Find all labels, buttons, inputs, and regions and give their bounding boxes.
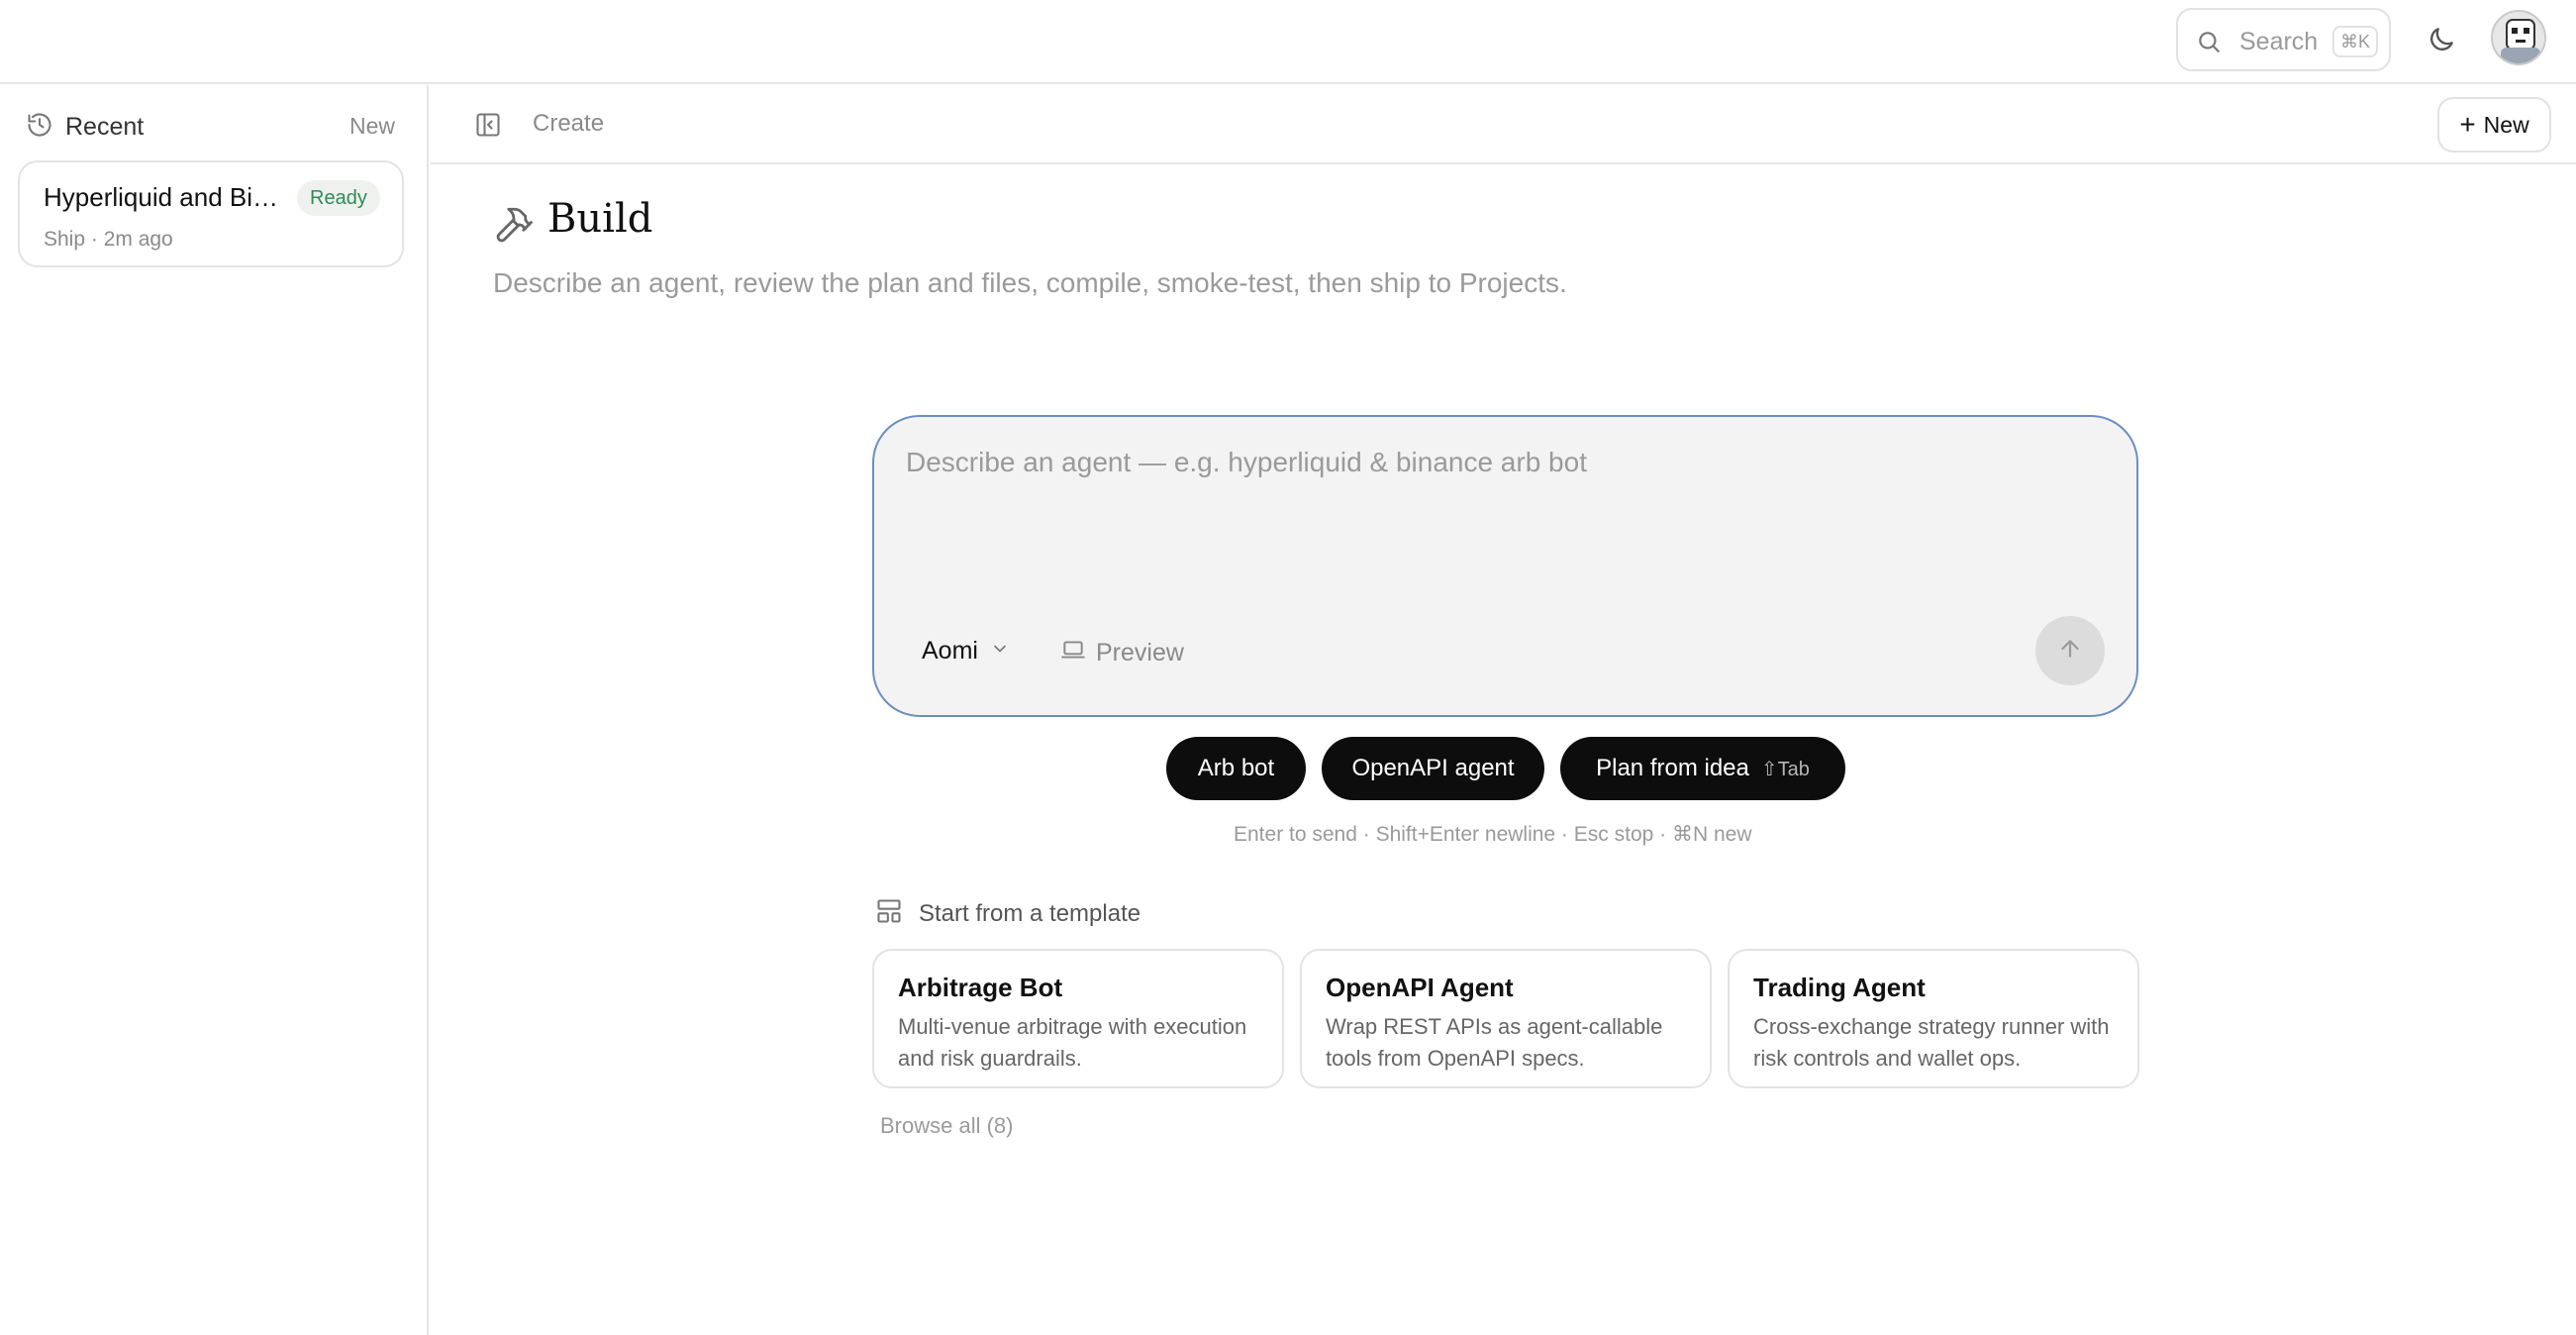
recent-item-name: Hyperliquid and Binance: [44, 182, 281, 212]
prompt-input[interactable]: [906, 447, 2094, 575]
model-select-value: Aomi: [922, 637, 978, 665]
template-title: Arbitrage Bot: [898, 973, 1063, 1002]
sub-header: Create + New: [431, 85, 2576, 164]
sidebar: Recent New Hyperliquid and Binance Ready…: [0, 85, 429, 1335]
status-badge: Ready: [297, 180, 380, 216]
laptop-icon: [1060, 637, 1086, 669]
chip-shortcut: ⇧Tab: [1760, 758, 1810, 780]
model-select[interactable]: Aomi: [922, 637, 1010, 666]
preview-button[interactable]: Preview: [1060, 637, 1184, 669]
breadcrumb: Create: [533, 110, 605, 137]
hammer-icon: [493, 204, 535, 251]
preview-label: Preview: [1096, 639, 1184, 667]
chip-label: OpenAPI agent: [1351, 755, 1515, 781]
template-card-trading-agent[interactable]: Trading Agent Cross-exchange strategy ru…: [1728, 949, 2139, 1088]
avatar[interactable]: [2491, 10, 2546, 65]
page-subtitle: Describe an agent, review the plan and f…: [493, 267, 1567, 298]
browse-all-link[interactable]: Browse all (8): [880, 1113, 1013, 1139]
suggestion-chip-openapi-agent[interactable]: OpenAPI agent: [1322, 737, 1544, 800]
plus-icon: +: [2459, 109, 2476, 140]
template-description: Multi-venue arbitrage with execution and…: [898, 1014, 1247, 1071]
sidebar-toggle-icon[interactable]: [474, 111, 502, 144]
search-shortcut: ⌘K: [2332, 26, 2379, 57]
history-icon: [26, 111, 53, 144]
composer: Aomi Preview: [872, 415, 2138, 717]
template-title: OpenAPI Agent: [1326, 973, 1514, 1002]
search-icon: [2196, 29, 2222, 59]
recent-item[interactable]: Hyperliquid and Binance Ready Ship · 2m …: [18, 160, 404, 267]
moon-icon: [2426, 24, 2457, 60]
chip-label: Arb bot: [1197, 755, 1275, 781]
template-description: Cross-exchange strategy runner with risk…: [1753, 1014, 2110, 1071]
template-card-arbitrage-bot[interactable]: Arbitrage Bot Multi-venue arbitrage with…: [872, 949, 1284, 1088]
chevron-down-icon: [990, 637, 1010, 666]
template-card-openapi-agent[interactable]: OpenAPI Agent Wrap REST APIs as agent-ca…: [1300, 949, 1712, 1088]
template-title: Trading Agent: [1753, 973, 1926, 1002]
page-title: Build: [547, 196, 653, 242]
recent-title: Recent: [65, 112, 145, 141]
templates-heading: Start from a template: [875, 897, 1140, 930]
keyboard-hint: Enter to send · Shift+Enter newline · Es…: [1234, 823, 1752, 846]
recent-heading: Recent: [26, 111, 144, 143]
recent-item-meta: Ship · 2m ago: [44, 228, 173, 251]
send-button[interactable]: [2035, 616, 2105, 685]
template-description: Wrap REST APIs as agent-callable tools f…: [1326, 1014, 1663, 1071]
arrow-up-icon: [2057, 636, 2083, 667]
suggestion-chip-plan-from-idea[interactable]: Plan from idea ⇧Tab: [1560, 737, 1845, 800]
templates-title: Start from a template: [919, 899, 1141, 927]
new-button[interactable]: + New: [2437, 97, 2551, 153]
sidebar-new-link[interactable]: New: [349, 113, 395, 140]
search-label: Search: [2239, 28, 2319, 55]
template-icon: [875, 897, 903, 930]
theme-toggle-button[interactable]: [2422, 22, 2461, 61]
search-button[interactable]: Search ⌘K: [2176, 8, 2391, 71]
chip-label: Plan from idea: [1596, 755, 1749, 781]
new-button-label: New: [2483, 111, 2529, 138]
top-bar: Search ⌘K: [0, 0, 2576, 84]
suggestion-chip-arb-bot[interactable]: Arb bot: [1166, 737, 1306, 800]
